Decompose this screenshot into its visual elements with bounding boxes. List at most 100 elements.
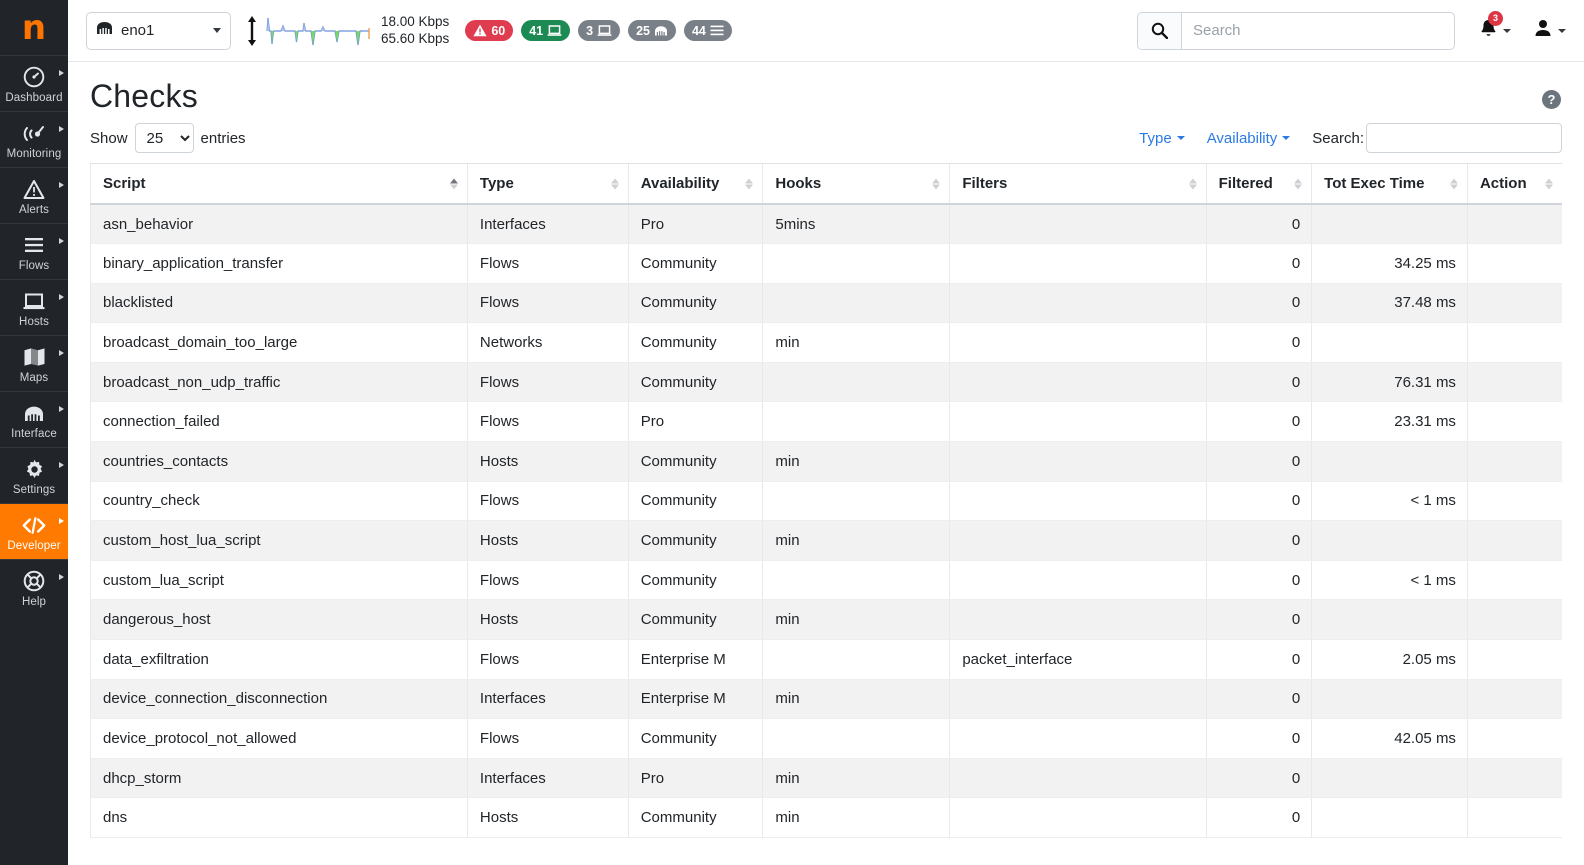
cell-hooks [762, 362, 950, 403]
cell-script: data_exfiltration [90, 639, 468, 680]
cell-type: Flows [466, 481, 629, 522]
table-row[interactable]: custom_lua_script Flows Community 0 < 1 ms [90, 560, 1562, 601]
status-badge-laptop[interactable]: 3 [578, 20, 621, 41]
sidebar-item-help[interactable]: Help [0, 559, 68, 615]
column-header-tot-exec-time[interactable]: Tot Exec Time [1311, 163, 1468, 205]
cell-filtered: 0 [1205, 758, 1312, 799]
cell-script: custom_host_lua_script [90, 520, 468, 561]
table-row[interactable]: blacklisted Flows Community 0 37.48 ms [90, 283, 1562, 324]
column-header-filtered[interactable]: Filtered [1205, 163, 1312, 205]
table-search-input[interactable] [1366, 123, 1562, 153]
cell-action [1466, 639, 1562, 680]
sidebar-item-dashboard[interactable]: Dashboard [0, 55, 68, 111]
cell-filtered: 0 [1205, 243, 1312, 284]
column-header-hooks[interactable]: Hooks [762, 163, 950, 205]
table-row[interactable]: broadcast_domain_too_large Networks Commun… [90, 322, 1562, 363]
sidebar-item-label: Dashboard [5, 92, 63, 104]
sidebar-item-alerts[interactable]: Alerts [0, 167, 68, 223]
cell-hooks: min [762, 679, 950, 720]
cell-filtered: 0 [1205, 679, 1312, 720]
cell-exec-time [1311, 322, 1468, 363]
sort-indicator-icon [1545, 178, 1553, 189]
cell-script: asn_behavior [90, 204, 468, 245]
sort-indicator-icon [1188, 178, 1197, 189]
table-row[interactable]: data_exfiltration Flows Enterprise M packet… [90, 639, 1562, 680]
table-row[interactable]: device_connection_disconnection Interface… [90, 679, 1562, 720]
chevron-down-icon [1176, 136, 1185, 140]
chevron-right-icon [59, 350, 64, 356]
availability-filter-dropdown[interactable]: Availability [1207, 130, 1291, 147]
cell-type: Interfaces [466, 679, 629, 720]
sidebar-item-flows[interactable]: Flows [0, 223, 68, 279]
column-header-script[interactable]: Script [90, 163, 468, 205]
cell-availability: Community [627, 362, 763, 403]
search-icon[interactable] [1138, 12, 1182, 49]
column-header-action[interactable]: Action [1466, 163, 1562, 205]
cell-availability: Community [627, 599, 763, 641]
type-filter-label: Type [1139, 129, 1172, 147]
status-badge-ethernet[interactable]: 25 [628, 20, 676, 41]
download-rate: 65.60 Kbps [381, 30, 450, 46]
cell-hooks [762, 481, 950, 522]
cell-hooks: min [762, 599, 950, 641]
cell-script: countries_contacts [90, 441, 468, 482]
sidebar-item-settings[interactable]: Settings [0, 447, 68, 503]
page-header: Checks ? [68, 62, 1584, 115]
column-header-label: Script [103, 175, 146, 192]
column-header-type[interactable]: Type [466, 163, 629, 205]
table-row[interactable]: countries_contacts Hosts Community min 0 [90, 441, 1562, 482]
cell-hooks [762, 560, 950, 601]
status-badge-flows-lines[interactable]: 44 [683, 20, 732, 41]
sidebar-item-label: Monitoring [6, 148, 62, 160]
table-row[interactable]: device_protocol_not_allowed Flows Communit… [90, 718, 1562, 759]
user-menu-button[interactable] [1533, 18, 1566, 43]
interface-selector[interactable]: eno1 [86, 11, 231, 50]
sidebar-item-maps[interactable]: Maps [0, 335, 68, 391]
chevron-down-icon [1558, 28, 1566, 33]
table-row[interactable]: binary_application_transfer Flows Communit… [90, 243, 1562, 284]
table-row[interactable]: custom_host_lua_script Hosts Community min 0 [90, 520, 1562, 561]
column-header-availability[interactable]: Availability [627, 163, 763, 205]
cell-filters: packet_interface [949, 639, 1207, 680]
cell-filtered: 0 [1205, 362, 1312, 403]
sidebar-item-developer[interactable]: Developer [0, 503, 68, 559]
table-row[interactable]: broadcast_non_udp_traffic Flows Community 0… [90, 362, 1562, 403]
table-row[interactable]: country_check Flows Community 0 < 1 ms [90, 481, 1562, 522]
cell-script: country_check [90, 481, 468, 522]
cell-filtered: 0 [1205, 599, 1312, 641]
ntop-logo[interactable]: n [0, 0, 68, 55]
cell-hooks: min [762, 322, 950, 363]
cell-exec-time [1311, 520, 1468, 561]
global-search[interactable] [1137, 11, 1455, 50]
column-header-filters[interactable]: Filters [949, 163, 1207, 205]
type-filter-dropdown[interactable]: Type [1139, 130, 1185, 147]
column-header-label: Tot Exec Time [1324, 175, 1425, 192]
sidebar: n Dashboard Monitoring Alerts Flows Hosts Map… [0, 0, 68, 865]
sidebar-item-interface[interactable]: Interface [0, 391, 68, 447]
cell-filtered: 0 [1205, 639, 1312, 680]
cell-type: Flows [466, 560, 629, 601]
cell-exec-time: < 1 ms [1311, 481, 1468, 522]
cell-type: Hosts [466, 520, 629, 561]
table-row[interactable]: connection_failed Flows Pro 0 23.31 ms [90, 401, 1562, 443]
column-header-label: Type [479, 175, 514, 192]
notifications-button[interactable]: 3 [1479, 10, 1511, 44]
question-circle-icon[interactable]: ? [1541, 89, 1562, 115]
column-header-label: Filtered [1218, 175, 1273, 192]
search-input[interactable] [1182, 12, 1454, 49]
table-row[interactable]: dangerous_host Hosts Community min 0 [90, 599, 1562, 641]
cell-filtered: 0 [1205, 441, 1312, 482]
table-row[interactable]: dns Hosts Community min 0 [90, 797, 1562, 838]
sidebar-item-hosts[interactable]: Hosts [0, 279, 68, 335]
app-root: n Dashboard Monitoring Alerts Flows Hosts Map… [0, 0, 1584, 865]
status-badge-warning-triangle[interactable]: 60 [465, 20, 514, 41]
table-row[interactable]: dhcp_storm Interfaces Pro min 0 [90, 758, 1562, 799]
cell-script: broadcast_non_udp_traffic [90, 362, 468, 403]
cell-filtered: 0 [1205, 322, 1312, 363]
table-row[interactable]: asn_behavior Interfaces Pro 5mins 0 [90, 204, 1562, 245]
page-size-select[interactable]: 102550100 [134, 123, 194, 153]
sort-indicator-icon [932, 178, 941, 189]
sidebar-item-monitoring[interactable]: Monitoring [0, 111, 68, 167]
status-badge-laptop[interactable]: 41 [521, 20, 571, 41]
cell-hooks [762, 283, 950, 324]
